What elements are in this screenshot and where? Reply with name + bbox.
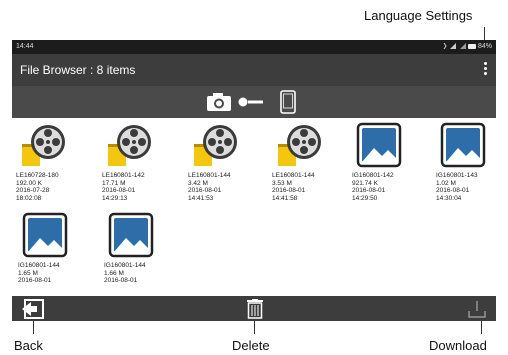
file-meta: IG160801-144 1.66 M 2016-08-01 xyxy=(104,262,146,285)
file-time: 18:02:08 xyxy=(16,194,42,202)
file-meta: IG160801-142 921.74 K 2016-08-01 14:29:5… xyxy=(352,172,394,202)
file-name: IG160801-142 xyxy=(352,172,394,179)
file-date: 2016-08-01 xyxy=(188,187,222,194)
file-time: 14:29:50 xyxy=(352,194,378,202)
film-reel-icon xyxy=(194,125,237,166)
status-icons: 84% xyxy=(442,40,492,54)
file-time: 14:41:53 xyxy=(188,194,214,202)
delete-button[interactable] xyxy=(246,299,264,319)
photo-icon xyxy=(108,212,154,258)
status-bar: 14:44 84% xyxy=(12,40,496,54)
photo-icon xyxy=(22,212,68,258)
file-date: 2016-08-01 xyxy=(436,187,470,194)
film-reel-icon xyxy=(108,125,151,166)
file-meta: IG160801-143 1.02 M 2016-08-01 14:30:04 xyxy=(436,172,478,202)
download-button[interactable] xyxy=(467,299,487,319)
film-reel-icon xyxy=(22,125,65,166)
photo-icon xyxy=(440,122,486,168)
phone-screen: 14:44 84% File Browser : 8 items LE16072… xyxy=(12,40,496,321)
language-settings-menu-icon[interactable] xyxy=(484,62,488,78)
page-title: File Browser : 8 items xyxy=(20,63,136,77)
phone-icon[interactable] xyxy=(280,90,296,114)
file-time: 14:30:04 xyxy=(436,194,462,202)
battery-percent: 84% xyxy=(477,43,492,50)
file-name: LE160801-142 xyxy=(102,172,145,179)
file-meta: LE160801-142 17.71 M 2016-08-01 14:29:13 xyxy=(102,172,145,202)
file-date: 2016-07-28 xyxy=(16,187,50,194)
file-size: 3.53 M xyxy=(272,179,292,187)
photo-icon xyxy=(356,122,402,168)
status-time: 14:44 xyxy=(16,43,34,50)
file-time: 14:41:58 xyxy=(272,194,298,202)
file-meta: IG160801-144 1.65 M 2016-08-01 xyxy=(18,262,60,285)
file-size: 192.00 K xyxy=(16,179,43,187)
file-size: 1.66 M xyxy=(104,269,124,277)
file-name: LE160801-144 xyxy=(272,172,315,179)
toggle-switch-icon[interactable] xyxy=(238,97,264,107)
language-settings-callout: Language Settings xyxy=(364,8,473,23)
back-callout: Back xyxy=(14,338,43,353)
file-meta: LE160728-180 192.00 K 2016-07-28 18:02:0… xyxy=(16,172,59,202)
file-meta: LE160801-144 3.42 M 2016-08-01 14:41:53 xyxy=(188,172,231,202)
app-bar: File Browser : 8 items xyxy=(12,54,496,86)
film-reel-icon xyxy=(278,125,321,166)
file-size: 1.65 M xyxy=(18,269,38,277)
file-date: 2016-08-01 xyxy=(18,277,52,284)
file-name: IG160801-144 xyxy=(104,262,146,269)
file-date: 2016-08-01 xyxy=(272,187,306,194)
back-button[interactable] xyxy=(20,299,46,319)
source-toggle-bar xyxy=(12,86,496,118)
download-callout: Download xyxy=(429,338,487,353)
file-name: LE160801-144 xyxy=(188,172,231,179)
file-date: 2016-08-01 xyxy=(352,187,386,194)
camera-icon[interactable] xyxy=(206,92,232,112)
file-meta: LE160801-144 3.53 M 2016-08-01 14:41:58 xyxy=(272,172,315,202)
file-size: 921.74 K xyxy=(352,179,379,187)
bottom-toolbar xyxy=(12,296,496,321)
file-date: 2016-08-01 xyxy=(104,277,138,284)
file-size: 1.02 M xyxy=(436,179,456,187)
file-date: 2016-08-01 xyxy=(102,187,136,194)
file-size: 17.71 M xyxy=(102,179,126,187)
file-name: IG160801-143 xyxy=(436,172,478,179)
file-name: LE160728-180 xyxy=(16,172,59,179)
delete-callout: Delete xyxy=(232,338,270,353)
file-time: 14:29:13 xyxy=(102,194,128,202)
file-grid: LE160728-180 192.00 K 2016-07-28 18:02:0… xyxy=(12,118,496,296)
signal-wifi-icon xyxy=(443,42,477,50)
file-size: 3.42 M xyxy=(188,179,208,187)
file-name: IG160801-144 xyxy=(18,262,60,269)
